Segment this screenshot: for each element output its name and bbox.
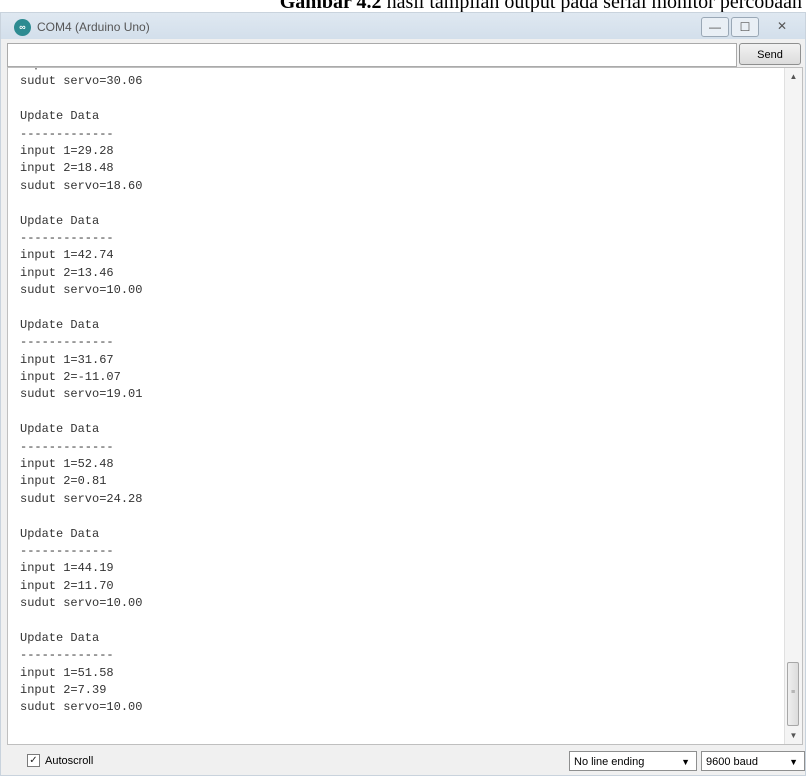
log-line: ------------- <box>20 543 114 558</box>
log-line: Update Data <box>20 109 100 124</box>
log-line: Update Data <box>20 213 100 228</box>
status-bar: ✓ Autoscroll No line ending ▼ 9600 baud … <box>7 749 805 773</box>
baud-rate-value: 9600 baud <box>706 756 758 768</box>
chevron-down-icon: ▼ <box>681 757 690 767</box>
log-line: Update Data <box>20 526 100 541</box>
title-bar[interactable]: ∞ COM4 (Arduino Uno) — ☐ ✕ <box>1 13 805 39</box>
log-line: sudut servo=24.28 <box>20 491 143 506</box>
scroll-up-icon[interactable]: ▲ <box>785 72 802 81</box>
scroll-thumb[interactable]: ≡ <box>787 662 799 726</box>
scroll-down-icon[interactable]: ▼ <box>785 731 802 740</box>
serial-log: input 2=-11.07 sudut servo=30.06 Update Da… <box>20 68 143 717</box>
vertical-scrollbar[interactable]: ▲ ≡ ▼ <box>784 68 802 744</box>
grip-icon: ≡ <box>791 689 796 696</box>
log-line: input 2=13.46 <box>20 265 114 280</box>
log-line: input 2=18.48 <box>20 161 114 176</box>
autoscroll-toggle[interactable]: ✓ Autoscroll <box>27 754 93 767</box>
log-line: input 1=42.74 <box>20 248 114 263</box>
log-line: ------------- <box>20 335 114 350</box>
arduino-icon: ∞ <box>14 19 31 36</box>
log-line: ------------- <box>20 648 114 663</box>
log-line: input 2=11.70 <box>20 578 114 593</box>
log-line: Update Data <box>20 317 100 332</box>
close-button[interactable]: ✕ <box>769 17 795 35</box>
window-title: COM4 (Arduino Uno) <box>37 20 150 34</box>
log-line: input 2=7.39 <box>20 683 107 698</box>
minimize-button[interactable]: — <box>701 17 729 37</box>
autoscroll-checkbox[interactable]: ✓ <box>27 754 40 767</box>
log-line: Update Data <box>20 422 100 437</box>
log-line: sudut servo=30.06 <box>20 74 143 89</box>
line-ending-select[interactable]: No line ending ▼ <box>569 751 697 771</box>
log-line: input 1=29.28 <box>20 143 114 158</box>
log-line: ------------- <box>20 230 114 245</box>
log-line: sudut servo=10.00 <box>20 283 143 298</box>
serial-monitor-window: ∞ COM4 (Arduino Uno) — ☐ ✕ Send input 2=… <box>0 12 806 776</box>
log-line: input 1=51.58 <box>20 665 114 680</box>
log-line: input 2=-11.07 <box>20 370 121 385</box>
send-button[interactable]: Send <box>739 43 801 65</box>
log-line: input 2=0.81 <box>20 474 107 489</box>
log-line: sudut servo=19.01 <box>20 387 143 402</box>
autoscroll-label: Autoscroll <box>45 754 94 767</box>
serial-output[interactable]: input 2=-11.07 sudut servo=30.06 Update Da… <box>7 67 803 745</box>
log-line: sudut servo=10.00 <box>20 700 143 715</box>
log-line: input 1=52.48 <box>20 456 114 471</box>
chevron-down-icon: ▼ <box>789 757 798 767</box>
log-line: sudut servo=10.00 <box>20 596 143 611</box>
log-line: Update Data <box>20 630 100 645</box>
line-ending-value: No line ending <box>574 756 645 768</box>
serial-input[interactable] <box>7 43 737 67</box>
maximize-button[interactable]: ☐ <box>731 17 759 37</box>
baud-rate-select[interactable]: 9600 baud ▼ <box>701 751 805 771</box>
log-line: ------------- <box>20 126 114 141</box>
log-line: ------------- <box>20 439 114 454</box>
log-line: sudut servo=18.60 <box>20 178 143 193</box>
log-line: input 1=44.19 <box>20 561 114 576</box>
log-line: input 1=31.67 <box>20 352 114 367</box>
